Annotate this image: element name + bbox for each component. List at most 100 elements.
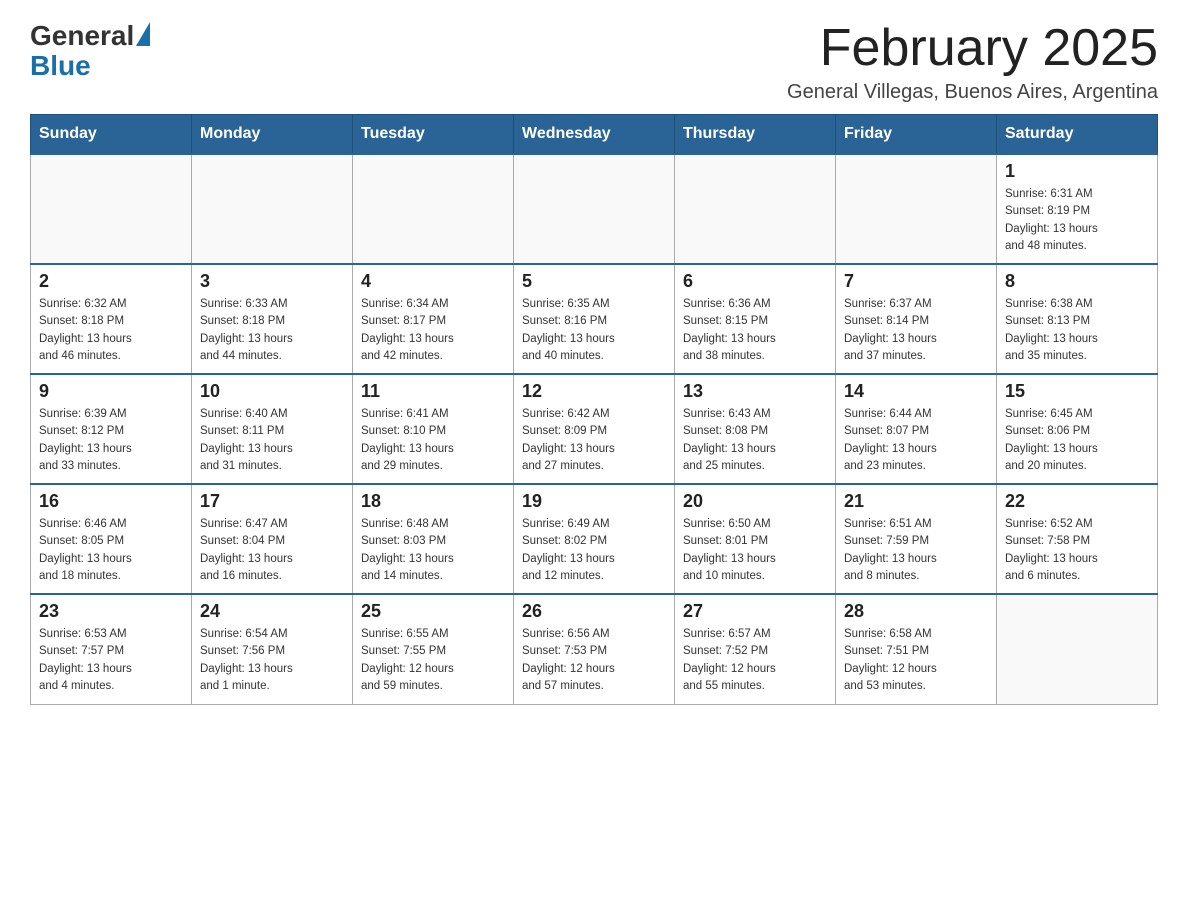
calendar-cell: 22 Sunrise: 6:52 AM Sunset: 7:58 PM Dayli… [997,484,1158,594]
calendar-cell: 14Sunrise: 6:44 AM Sunset: 8:07 PM Dayli… [836,374,997,484]
weekday-header-wednesday: Wednesday [514,115,675,155]
day-info: Sunrise: 6:39 AM Sunset: 8:12 PM Dayligh… [39,406,183,475]
day-number: 21 [844,491,988,512]
calendar-cell: 21 Sunrise: 6:51 AM Sunset: 7:59 PM Dayli… [836,484,997,594]
day-info: Sunrise: 6:48 AM Sunset: 8:03 PM Dayligh… [361,516,505,585]
day-number: 25 [361,601,505,622]
calendar-cell [514,154,675,264]
calendar-cell: 25Sunrise: 6:55 AM Sunset: 7:55 PM Dayli… [353,594,514,704]
calendar-cell: 18 Sunrise: 6:48 AM Sunset: 8:03 PM Dayli… [353,484,514,594]
calendar-cell: 28Sunrise: 6:58 AM Sunset: 7:51 PM Dayli… [836,594,997,704]
calendar-week-row: 2Sunrise: 6:32 AM Sunset: 8:18 PM Daylig… [31,264,1158,374]
weekday-header-tuesday: Tuesday [353,115,514,155]
day-info: Sunrise: 6:53 AM Sunset: 7:57 PM Dayligh… [39,626,183,695]
calendar-cell: 20 Sunrise: 6:50 AM Sunset: 8:01 PM Dayli… [675,484,836,594]
day-number: 20 [683,491,827,512]
calendar-cell [836,154,997,264]
day-number: 8 [1005,271,1149,292]
day-number: 1 [1005,161,1149,182]
day-number: 27 [683,601,827,622]
day-info: Sunrise: 6:36 AM Sunset: 8:15 PM Dayligh… [683,296,827,365]
calendar-week-row: 1Sunrise: 6:31 AM Sunset: 8:19 PM Daylig… [31,154,1158,264]
day-info: Sunrise: 6:52 AM Sunset: 7:58 PM Dayligh… [1005,516,1149,585]
calendar-cell: 11 Sunrise: 6:41 AM Sunset: 8:10 PM Dayli… [353,374,514,484]
calendar-cell: 6 Sunrise: 6:36 AM Sunset: 8:15 PM Daylig… [675,264,836,374]
calendar-cell: 1Sunrise: 6:31 AM Sunset: 8:19 PM Daylig… [997,154,1158,264]
calendar-cell: 4 Sunrise: 6:34 AM Sunset: 8:17 PM Daylig… [353,264,514,374]
day-number: 18 [361,491,505,512]
calendar-table: SundayMondayTuesdayWednesdayThursdayFrid… [30,114,1158,705]
day-info: Sunrise: 6:35 AM Sunset: 8:16 PM Dayligh… [522,296,666,365]
day-number: 19 [522,491,666,512]
calendar-cell: 13 Sunrise: 6:43 AM Sunset: 8:08 PM Dayli… [675,374,836,484]
calendar-cell [31,154,192,264]
day-number: 2 [39,271,183,292]
logo: General Blue [30,20,150,82]
logo-triangle-icon [136,22,150,46]
day-info: Sunrise: 6:47 AM Sunset: 8:04 PM Dayligh… [200,516,344,585]
day-number: 11 [361,381,505,402]
day-info: Sunrise: 6:38 AM Sunset: 8:13 PM Dayligh… [1005,296,1149,365]
calendar-cell: 17 Sunrise: 6:47 AM Sunset: 8:04 PM Dayli… [192,484,353,594]
calendar-header-row: SundayMondayTuesdayWednesdayThursdayFrid… [31,115,1158,155]
calendar-cell: 27 Sunrise: 6:57 AM Sunset: 7:52 PM Dayli… [675,594,836,704]
calendar-cell: 19 Sunrise: 6:49 AM Sunset: 8:02 PM Dayli… [514,484,675,594]
day-info: Sunrise: 6:33 AM Sunset: 8:18 PM Dayligh… [200,296,344,365]
day-info: Sunrise: 6:34 AM Sunset: 8:17 PM Dayligh… [361,296,505,365]
day-number: 3 [200,271,344,292]
day-number: 10 [200,381,344,402]
calendar-week-row: 16 Sunrise: 6:46 AM Sunset: 8:05 PM Dayli… [31,484,1158,594]
day-info: Sunrise: 6:54 AM Sunset: 7:56 PM Dayligh… [200,626,344,695]
day-info: Sunrise: 6:49 AM Sunset: 8:02 PM Dayligh… [522,516,666,585]
day-info: Sunrise: 6:37 AM Sunset: 8:14 PM Dayligh… [844,296,988,365]
calendar-cell: 3 Sunrise: 6:33 AM Sunset: 8:18 PM Daylig… [192,264,353,374]
day-info: Sunrise: 6:43 AM Sunset: 8:08 PM Dayligh… [683,406,827,475]
calendar-cell: 26 Sunrise: 6:56 AM Sunset: 7:53 PM Dayli… [514,594,675,704]
calendar-cell: 10Sunrise: 6:40 AM Sunset: 8:11 PM Dayli… [192,374,353,484]
calendar-cell: 5 Sunrise: 6:35 AM Sunset: 8:16 PM Daylig… [514,264,675,374]
logo-general-text: General [30,20,134,52]
day-info: Sunrise: 6:41 AM Sunset: 8:10 PM Dayligh… [361,406,505,475]
day-number: 26 [522,601,666,622]
calendar-cell: 9 Sunrise: 6:39 AM Sunset: 8:12 PM Daylig… [31,374,192,484]
page-header: General Blue February 2025 General Ville… [30,20,1158,104]
day-number: 9 [39,381,183,402]
day-number: 17 [200,491,344,512]
day-number: 13 [683,381,827,402]
calendar-cell: 7 Sunrise: 6:37 AM Sunset: 8:14 PM Daylig… [836,264,997,374]
calendar-cell: 16 Sunrise: 6:46 AM Sunset: 8:05 PM Dayli… [31,484,192,594]
day-info: Sunrise: 6:50 AM Sunset: 8:01 PM Dayligh… [683,516,827,585]
day-number: 16 [39,491,183,512]
calendar-cell: 24 Sunrise: 6:54 AM Sunset: 7:56 PM Dayli… [192,594,353,704]
day-number: 22 [1005,491,1149,512]
month-title: February 2025 [787,20,1158,77]
weekday-header-friday: Friday [836,115,997,155]
day-info: Sunrise: 6:56 AM Sunset: 7:53 PM Dayligh… [522,626,666,695]
day-info: Sunrise: 6:46 AM Sunset: 8:05 PM Dayligh… [39,516,183,585]
day-number: 6 [683,271,827,292]
day-number: 4 [361,271,505,292]
day-info: Sunrise: 6:44 AM Sunset: 8:07 PM Dayligh… [844,406,988,475]
weekday-header-thursday: Thursday [675,115,836,155]
day-info: Sunrise: 6:42 AM Sunset: 8:09 PM Dayligh… [522,406,666,475]
calendar-cell [192,154,353,264]
day-number: 7 [844,271,988,292]
logo-blue-text: Blue [30,50,91,82]
title-section: February 2025 General Villegas, Buenos A… [787,20,1158,104]
day-number: 12 [522,381,666,402]
day-number: 5 [522,271,666,292]
day-number: 23 [39,601,183,622]
calendar-cell: 23 Sunrise: 6:53 AM Sunset: 7:57 PM Dayli… [31,594,192,704]
location: General Villegas, Buenos Aires, Argentin… [787,81,1158,104]
day-info: Sunrise: 6:51 AM Sunset: 7:59 PM Dayligh… [844,516,988,585]
weekday-header-saturday: Saturday [997,115,1158,155]
day-number: 24 [200,601,344,622]
day-number: 15 [1005,381,1149,402]
day-info: Sunrise: 6:57 AM Sunset: 7:52 PM Dayligh… [683,626,827,695]
calendar-week-row: 9 Sunrise: 6:39 AM Sunset: 8:12 PM Daylig… [31,374,1158,484]
calendar-cell [353,154,514,264]
logo-top: General [30,20,150,52]
day-info: Sunrise: 6:45 AM Sunset: 8:06 PM Dayligh… [1005,406,1149,475]
calendar-cell: 12 Sunrise: 6:42 AM Sunset: 8:09 PM Dayli… [514,374,675,484]
calendar-cell [675,154,836,264]
